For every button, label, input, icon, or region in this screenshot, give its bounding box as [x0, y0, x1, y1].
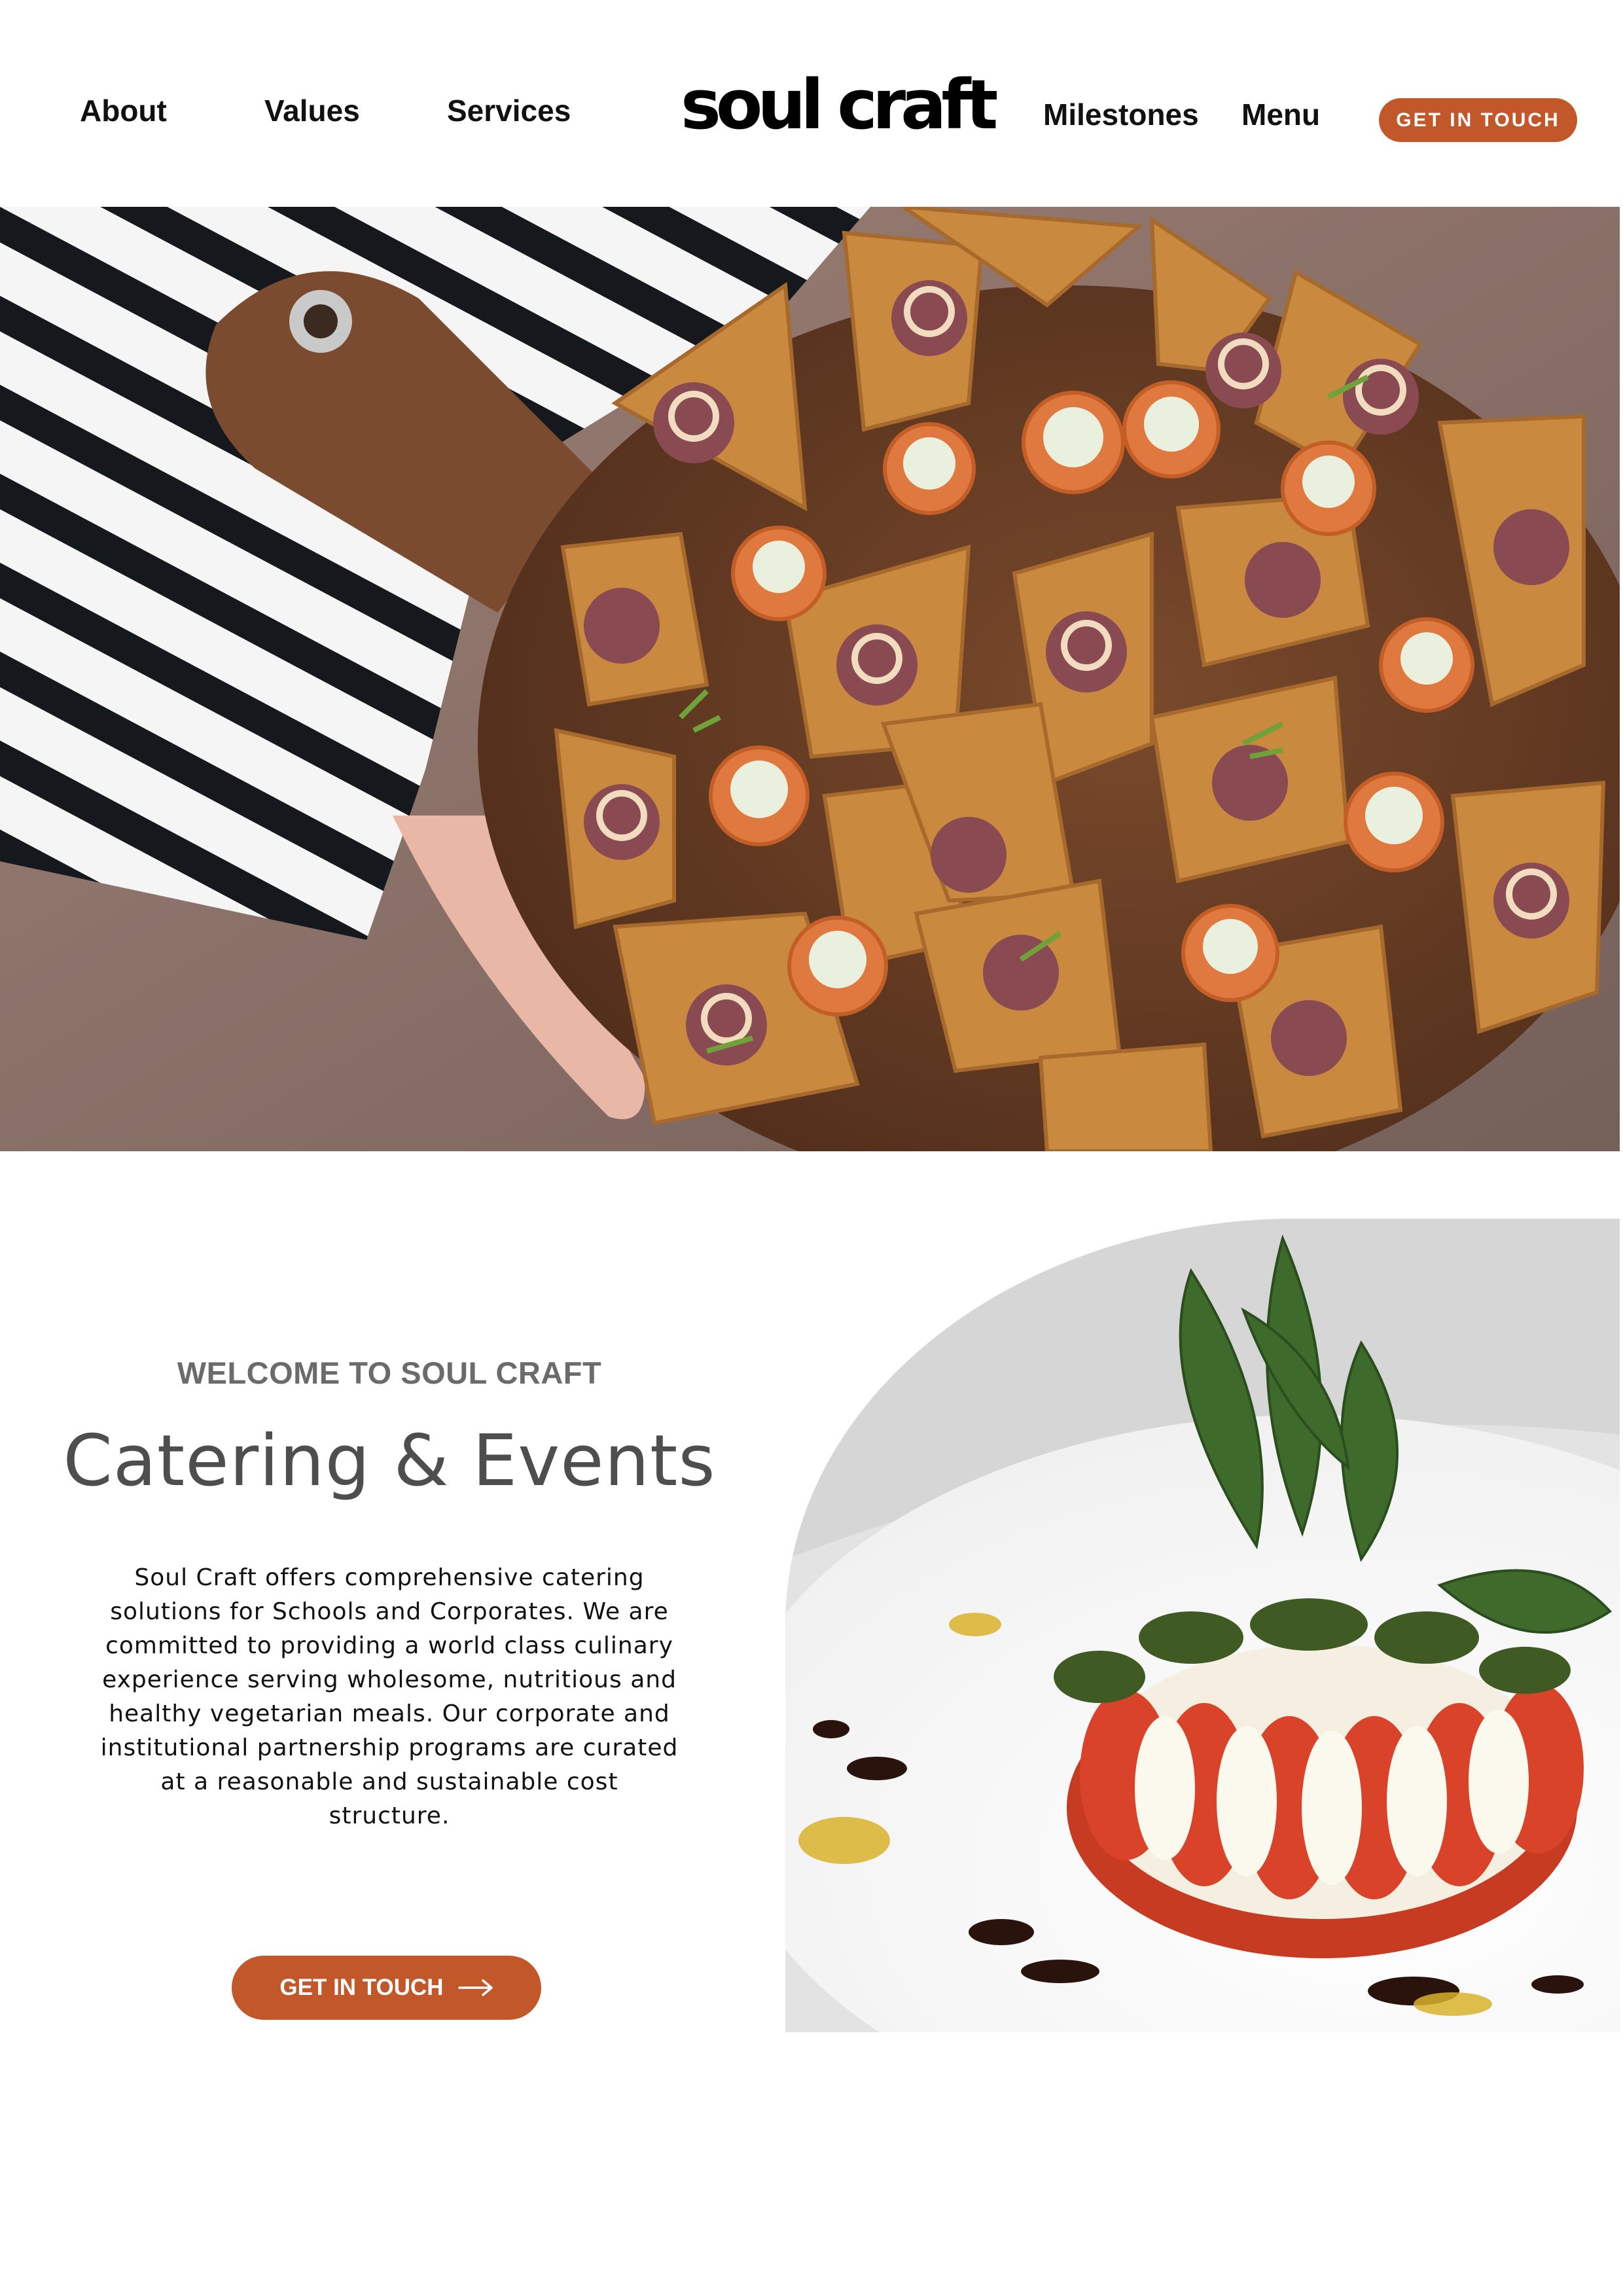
- get-in-touch-label: GET IN TOUCH: [279, 1975, 444, 2000]
- caprese-salad-image: [785, 1219, 1620, 2032]
- nav-link-about[interactable]: About: [80, 93, 167, 132]
- arrow-right-icon: [457, 1979, 493, 1996]
- nav-link-services[interactable]: Services: [447, 93, 571, 132]
- header-get-in-touch-button[interactable]: GET IN TOUCH: [1379, 98, 1577, 142]
- nav-link-menu[interactable]: Menu: [1241, 97, 1320, 136]
- nav-link-values[interactable]: Values: [264, 93, 360, 132]
- get-in-touch-button[interactable]: GET IN TOUCH: [232, 1956, 541, 2020]
- hero-image-illustration: [0, 207, 1620, 1151]
- section-eyebrow: WELCOME TO SOUL CRAFT: [177, 1355, 602, 1390]
- hero-image-canape-board: [0, 207, 1620, 1151]
- header-get-in-touch-label: GET IN TOUCH: [1396, 109, 1560, 131]
- brand-logo[interactable]: soul craft: [681, 65, 998, 144]
- page-headline: Catering & Events: [63, 1420, 716, 1502]
- intro-paragraph: Soul Craft offers comprehensive catering…: [100, 1564, 679, 1829]
- caprese-salad-illustration: [785, 1219, 1620, 2032]
- nav-link-milestones[interactable]: Milestones: [1043, 97, 1199, 136]
